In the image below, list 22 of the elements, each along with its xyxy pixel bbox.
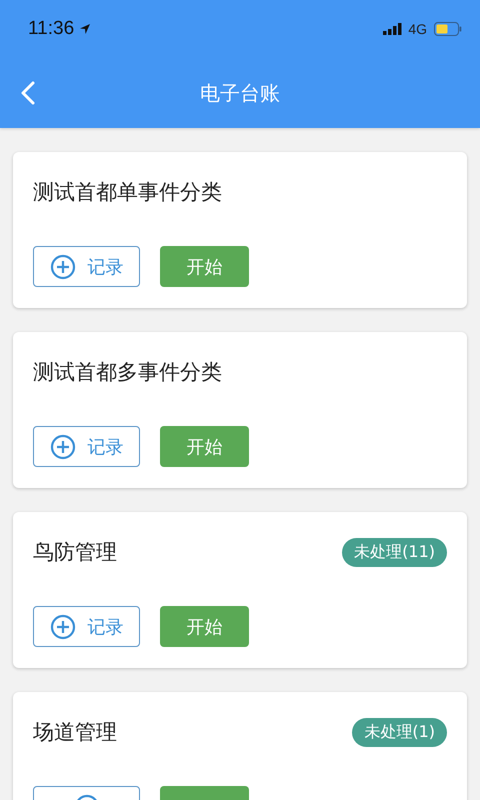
network-label: 4G xyxy=(408,21,427,37)
pending-badge: 未处理(1) xyxy=(352,718,447,746)
location-arrow-icon xyxy=(79,23,92,35)
start-button[interactable]: 开始 xyxy=(160,606,249,647)
start-button[interactable]: 开始 xyxy=(160,426,249,467)
plus-circle-icon xyxy=(50,254,76,280)
start-button[interactable]: 开始 xyxy=(160,246,249,287)
record-button[interactable]: 记录 xyxy=(33,426,140,467)
status-time: 11:36 xyxy=(28,18,74,40)
card-title: 场道管理 xyxy=(33,719,117,746)
pending-badge: 未处理(11) xyxy=(342,538,447,566)
plus-circle-icon xyxy=(50,614,76,640)
battery-icon xyxy=(434,22,462,36)
record-button[interactable]: 记录 xyxy=(33,246,140,287)
card-title: 鸟防管理 xyxy=(33,539,117,566)
back-icon[interactable] xyxy=(21,81,35,105)
signal-icon xyxy=(383,23,404,35)
card-title: 测试首都多事件分类 xyxy=(33,359,222,386)
page-title: 电子台账 xyxy=(200,80,280,106)
plus-circle-icon xyxy=(50,434,76,460)
card-title: 测试首都单事件分类 xyxy=(33,179,222,206)
record-button[interactable]: 记录 xyxy=(33,606,140,647)
